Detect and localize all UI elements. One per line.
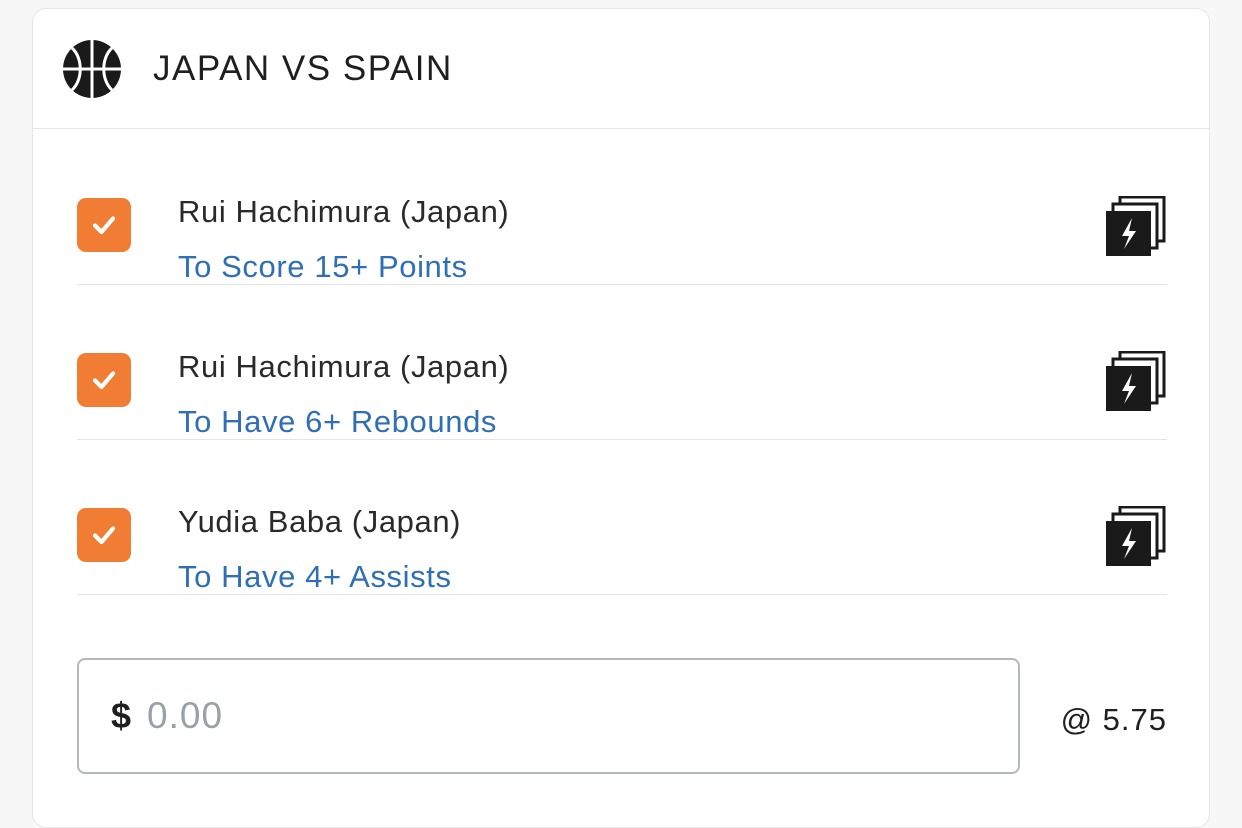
leg-player: Rui Hachimura (Japan)	[178, 194, 510, 229]
leg-market: To Score 15+ Points	[178, 249, 468, 284]
list-item: Rui Hachimura (Japan) To Score 15+ Point…	[77, 130, 1167, 285]
leg-market: To Have 6+ Rebounds	[178, 404, 498, 439]
event-header: JAPAN VS SPAIN	[33, 9, 1209, 129]
stake-row: $ @ 5.75	[77, 658, 1167, 774]
stake-field[interactable]: $	[77, 658, 1020, 774]
basketball-icon	[63, 39, 121, 98]
list-item: Yudia Baba (Japan) To Have 4+ Assists	[77, 440, 1167, 595]
legs-list: Rui Hachimura (Japan) To Score 15+ Point…	[77, 130, 1167, 595]
checkmark-icon	[92, 216, 116, 235]
list-item: Rui Hachimura (Japan) To Have 6+ Rebound…	[77, 285, 1167, 440]
currency-symbol: $	[111, 695, 132, 736]
boost-icon[interactable]	[1105, 506, 1167, 568]
odds-value: @ 5.75	[1060, 702, 1167, 737]
stake-input[interactable]	[145, 694, 850, 738]
checkmark-icon	[92, 526, 116, 545]
boost-icon[interactable]	[1105, 351, 1167, 413]
leg-checkbox[interactable]	[77, 353, 131, 407]
leg-checkbox[interactable]	[77, 508, 131, 562]
checkmark-icon	[92, 371, 116, 390]
leg-player: Yudia Baba (Japan)	[178, 504, 462, 539]
boost-icon[interactable]	[1105, 196, 1167, 258]
leg-checkbox[interactable]	[77, 198, 131, 252]
leg-player: Rui Hachimura (Japan)	[178, 349, 510, 384]
event-title: JAPAN VS SPAIN	[153, 48, 453, 88]
leg-market: To Have 4+ Assists	[178, 559, 452, 594]
bet-slip-card: JAPAN VS SPAIN Rui Hachimura (Japan) To …	[32, 8, 1210, 828]
